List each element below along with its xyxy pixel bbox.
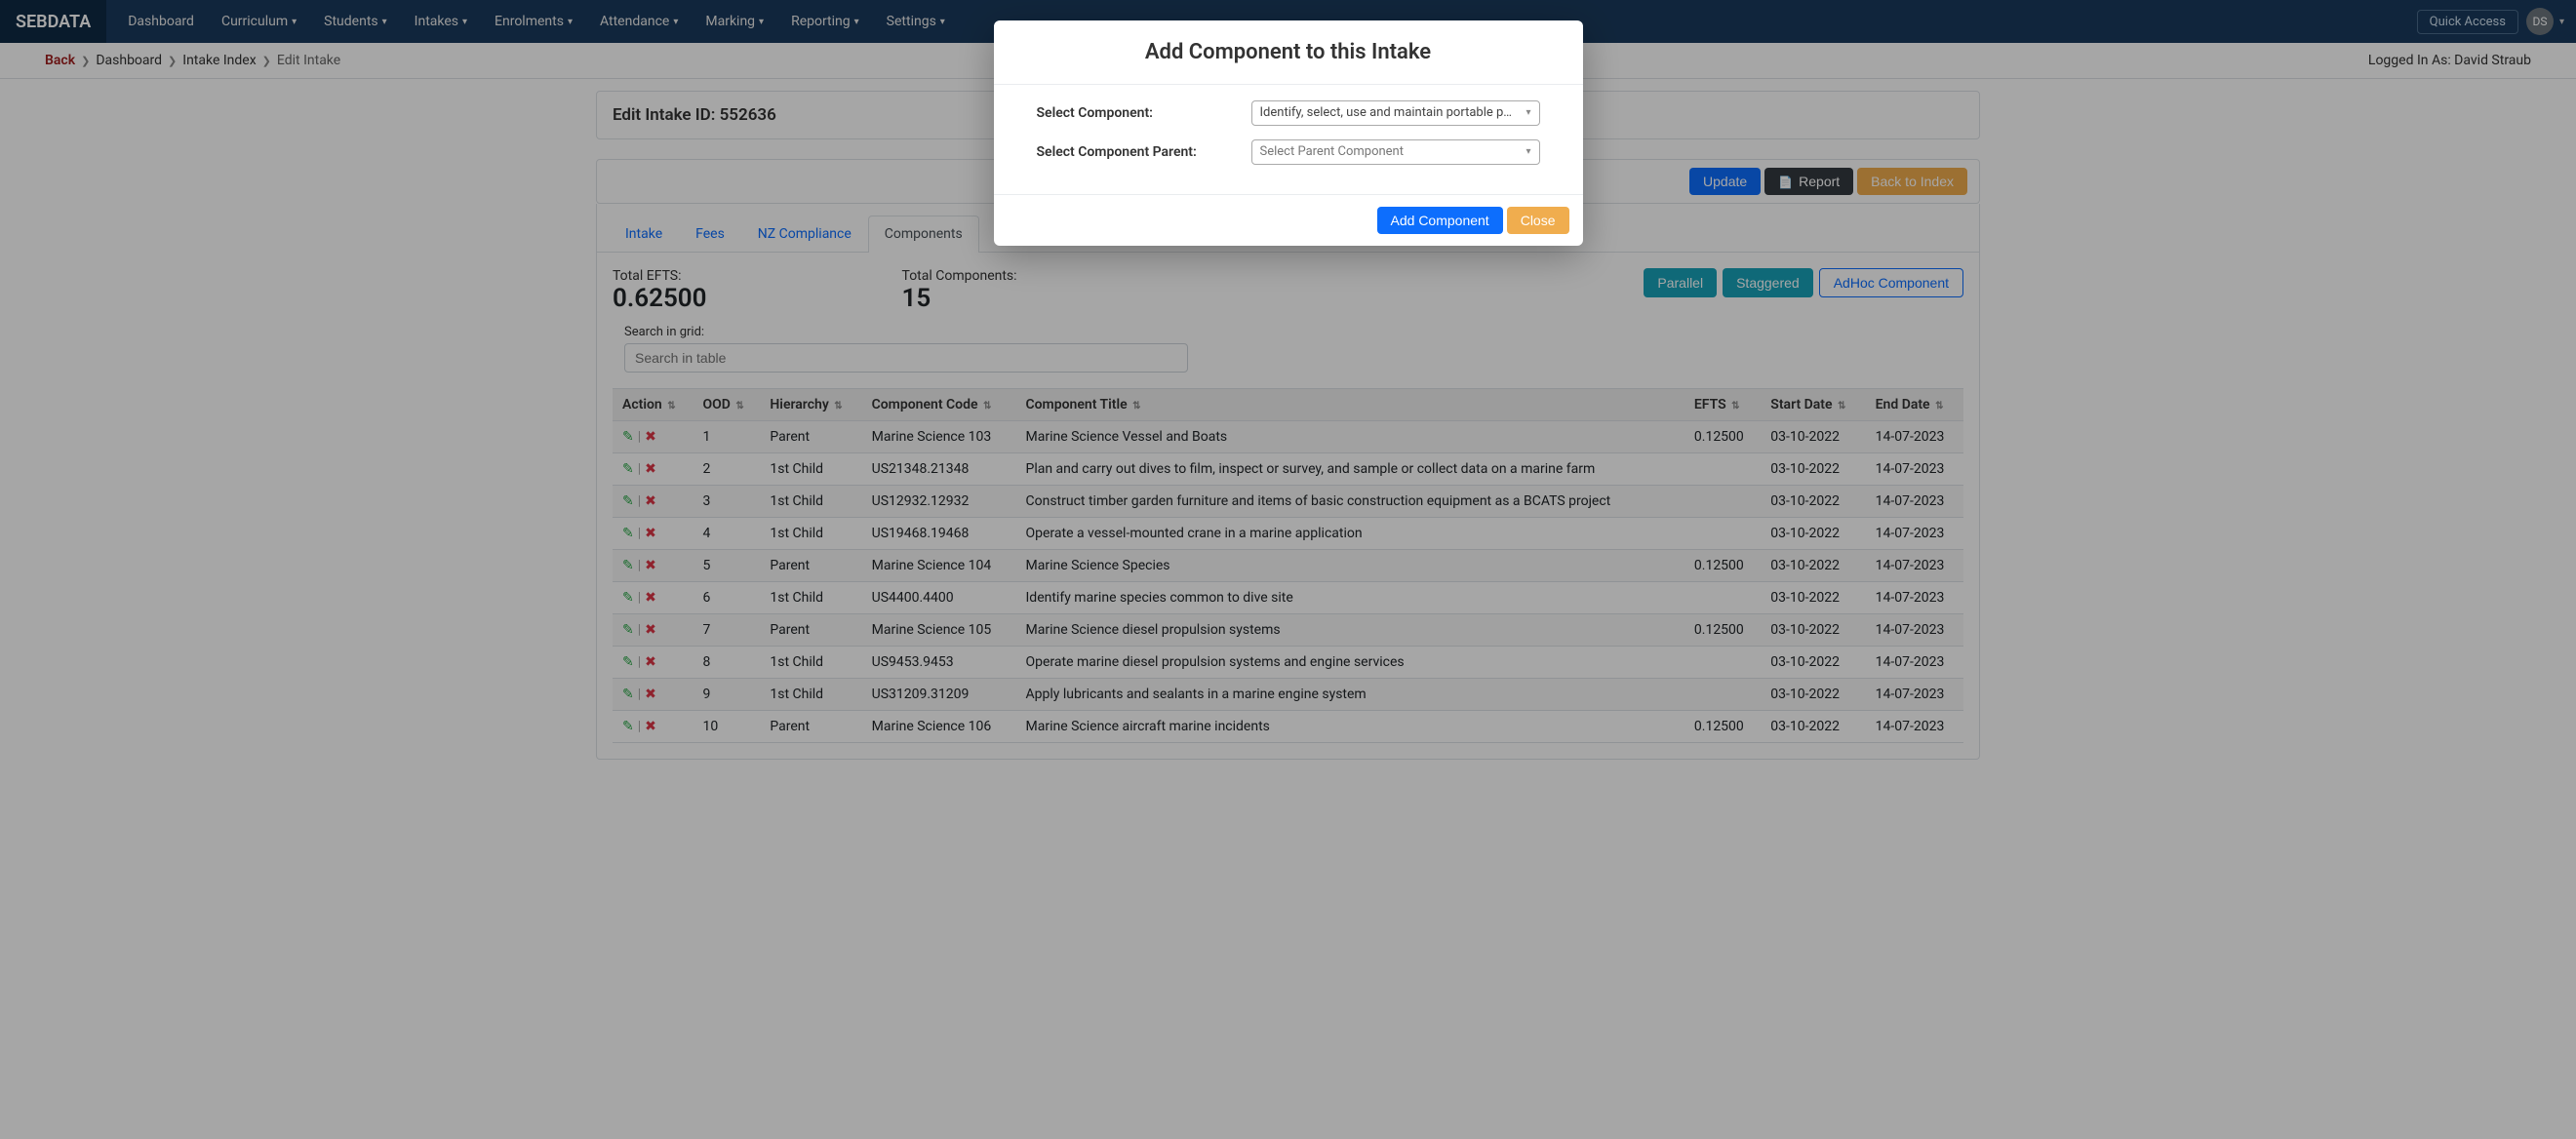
select-component-dropdown[interactable]: Identify, select, use and maintain porta… — [1251, 100, 1540, 126]
modal-title: Add Component to this Intake — [1013, 40, 1564, 64]
select-parent-label: Select Component Parent: — [1037, 144, 1251, 160]
select-component-label: Select Component: — [1037, 105, 1251, 121]
close-button[interactable]: Close — [1507, 207, 1569, 234]
add-component-button[interactable]: Add Component — [1377, 207, 1503, 234]
select-parent-dropdown[interactable]: Select Parent Component — [1251, 139, 1540, 165]
add-component-modal: Add Component to this Intake Select Comp… — [994, 20, 1583, 246]
